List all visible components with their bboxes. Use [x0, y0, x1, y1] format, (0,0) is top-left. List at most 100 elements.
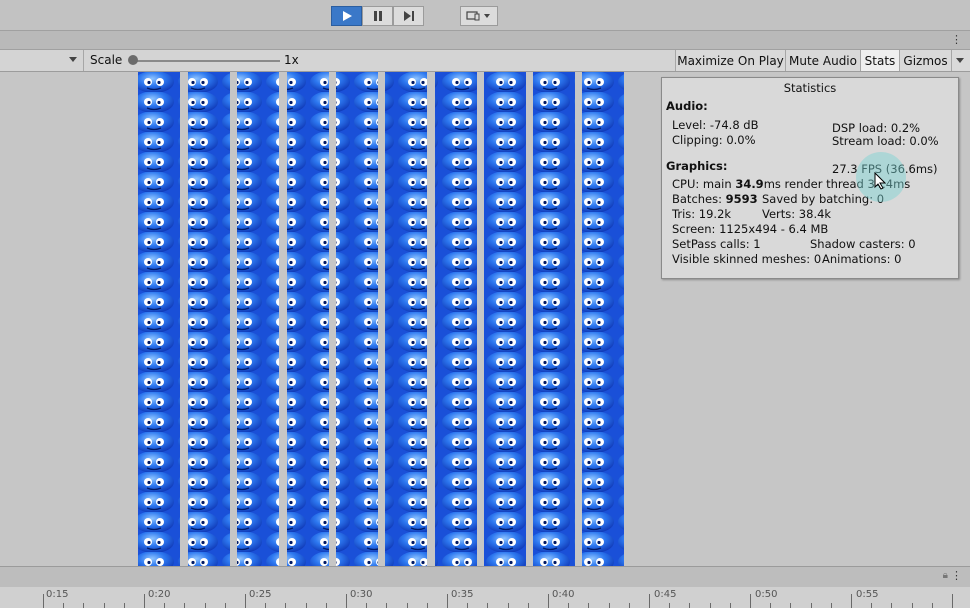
timeline-tick: [609, 603, 610, 608]
timeline-tick: [265, 603, 266, 608]
pause-icon: [373, 11, 382, 21]
timeline-label: 0:20: [148, 589, 171, 600]
maximize-on-play-button[interactable]: Maximize On Play: [675, 50, 785, 71]
scale-label: Scale: [90, 53, 123, 67]
timeline-label: 0:15: [46, 589, 69, 600]
stream-load: Stream load: 0.0%: [832, 134, 939, 148]
tris-readout: Tris: 19.2k: [672, 207, 732, 221]
timeline-tick: [548, 594, 549, 608]
sprite-column: [484, 72, 526, 566]
timeline-tick: [770, 603, 771, 608]
timeline-tick: [649, 594, 650, 608]
audio-level: Level: -74.8 dB: [672, 118, 759, 132]
timeline-tick: [871, 603, 872, 608]
timeline-tick: [528, 603, 529, 608]
scale-slider-track[interactable]: [132, 60, 280, 62]
timeline-tick: [144, 594, 145, 608]
timeline-tick: [831, 603, 832, 608]
timeline-tick: [730, 603, 731, 608]
audio-clipping: Clipping: 0.0%: [672, 133, 756, 147]
stats-button[interactable]: Stats: [860, 50, 899, 71]
scale-slider-handle[interactable]: [128, 55, 138, 65]
timeline-tick: [386, 603, 387, 608]
timeline-tick: [326, 603, 327, 608]
timeline-label: 0:45: [654, 589, 677, 600]
timeline-tick: [83, 603, 84, 608]
timeline-header: 🔒︎ ⋮: [0, 566, 970, 588]
batches-value: 9593: [725, 192, 758, 206]
sprite-column: [435, 72, 477, 566]
display-dropdown[interactable]: [0, 50, 84, 71]
chevron-down-icon: [69, 57, 77, 62]
stats-title: Statistics: [783, 81, 837, 95]
gizmos-button[interactable]: Gizmos: [899, 50, 951, 71]
graphics-header: Graphics:: [666, 159, 728, 173]
timeline-tick: [63, 603, 64, 608]
game-view-toolbar: Scale 1x Maximize On Play Mute Audio Sta…: [0, 50, 970, 72]
timeline-tick: [588, 603, 589, 608]
animations-readout: Animations: 0: [822, 252, 902, 266]
step-button[interactable]: [393, 6, 424, 26]
timeline-ruler[interactable]: 0:15 0:20 0:25 0:30 0:35 0:40 0:45 0:50 …: [0, 587, 970, 608]
timeline-label: 0:25: [249, 589, 272, 600]
shadow-casters-readout: Shadow casters: 0: [810, 237, 916, 251]
device-dropdown[interactable]: [460, 6, 498, 26]
lock-icon[interactable]: 🔒︎: [943, 570, 948, 581]
sprite-column: [138, 72, 180, 566]
timeline-tick: [245, 594, 246, 608]
statistics-panel: Statistics Audio: Level: -74.8 dB DSP lo…: [661, 77, 959, 279]
audio-header: Audio:: [666, 99, 708, 113]
gizmos-dropdown[interactable]: [951, 50, 970, 71]
timeline-tick: [407, 603, 408, 608]
timeline-tick: [184, 603, 185, 608]
timeline-label: 0:55: [856, 589, 879, 600]
screen-readout: Screen: 1125x494 - 6.4 MB: [672, 222, 829, 236]
timeline-label: 0:35: [451, 589, 474, 600]
timeline-tick: [568, 603, 569, 608]
timeline-tick: [932, 603, 933, 608]
batches-prefix: Batches:: [672, 192, 722, 206]
timeline-tick: [285, 603, 286, 608]
sprite-column: [582, 72, 624, 566]
sprite-column: [287, 72, 329, 566]
timeline-label: 0:40: [552, 589, 575, 600]
play-button[interactable]: [331, 6, 362, 26]
timeline-tick: [447, 594, 448, 608]
timeline-tick: [306, 603, 307, 608]
timeline-tick: [43, 594, 44, 608]
sprite-column: [385, 72, 427, 566]
sprite-column: [533, 72, 575, 566]
mute-audio-button[interactable]: Mute Audio: [785, 50, 860, 71]
timeline-tick: [710, 603, 711, 608]
menu-kebab-icon[interactable]: ⋮: [951, 33, 962, 47]
timeline-tick: [952, 594, 953, 608]
verts-readout: Verts: 38.4k: [762, 207, 832, 221]
timeline-tick: [508, 603, 509, 608]
timeline-tick: [467, 603, 468, 608]
timeline-tick: [689, 603, 690, 608]
game-tab-strip: ⋮: [0, 31, 970, 50]
timeline-tick: [851, 594, 852, 608]
scale-value: 1x: [284, 53, 299, 67]
sprite-column: [336, 72, 378, 566]
timeline-tick: [669, 603, 670, 608]
timeline-tick: [205, 603, 206, 608]
chevron-down-icon: [956, 58, 964, 63]
device-icon: [466, 11, 490, 21]
top-toolbar: [0, 0, 970, 31]
timeline-tick: [366, 603, 367, 608]
cpu-prefix: CPU: main: [672, 177, 732, 191]
sprite-column: [237, 72, 279, 566]
timeline-label: 0:30: [350, 589, 373, 600]
menu-kebab-icon[interactable]: ⋮: [951, 569, 962, 582]
dsp-load: DSP load: 0.2%: [832, 121, 921, 135]
step-icon: [403, 11, 414, 21]
timeline-tick: [487, 603, 488, 608]
timeline-tick: [346, 594, 347, 608]
timeline-tick: [790, 603, 791, 608]
play-icon: [342, 11, 352, 21]
pause-button[interactable]: [362, 6, 393, 26]
timeline-tick: [104, 603, 105, 608]
sprite-column: [188, 72, 230, 566]
timeline-label: 0:50: [755, 589, 778, 600]
